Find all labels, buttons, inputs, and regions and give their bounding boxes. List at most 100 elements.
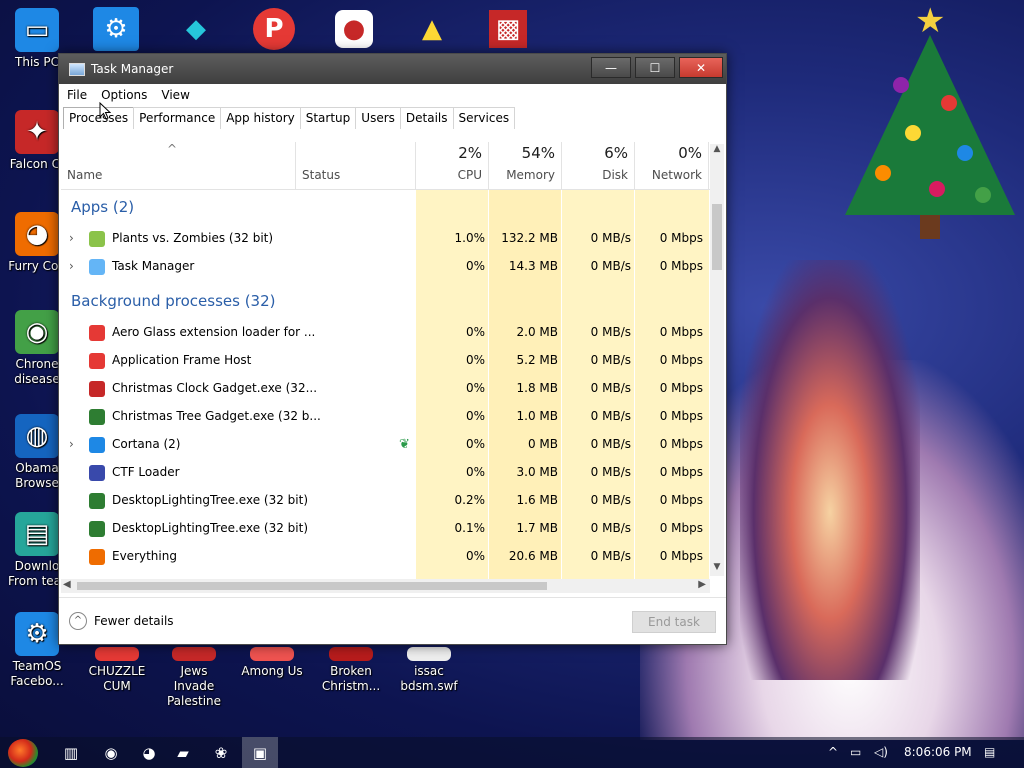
scroll-right-icon[interactable]: ▶ <box>698 579 706 590</box>
table-row[interactable]: Christmas Clock Gadget.exe (32... 0% 1.8 M… <box>61 375 711 403</box>
show-hidden-icons-icon[interactable]: ^ <box>828 745 838 759</box>
pvz-icon[interactable]: ❀ <box>208 741 234 765</box>
table-row[interactable]: › Task Manager 0% 14.3 MB 0 MB/s 0 Mbps <box>61 253 711 281</box>
group-apps[interactable]: Apps (2) <box>71 198 134 216</box>
among-us-icon <box>250 647 294 661</box>
clock[interactable]: 8:06:06 PM <box>904 745 972 759</box>
fewer-details-link[interactable]: Fewer details <box>94 614 174 628</box>
disk-percent: 6% <box>604 144 628 162</box>
network-value: 0 Mbps <box>659 409 703 423</box>
end-task-button[interactable]: End task <box>632 611 716 633</box>
memory-value: 132.2 MB <box>501 231 558 245</box>
table-row[interactable]: DesktopLightingTree.exe (32 bit) 0.1% 1.7 … <box>61 515 711 543</box>
vertical-scrollbar[interactable]: ▲ ▼ <box>710 144 724 576</box>
network-icon[interactable]: ▭ <box>850 745 861 759</box>
tab-app-history[interactable]: App history <box>220 107 301 129</box>
tab-users[interactable]: Users <box>355 107 401 129</box>
angry-bird-icon[interactable]: ● <box>330 6 378 52</box>
tree-trunk <box>920 215 940 239</box>
penguin-icon[interactable]: ▲ <box>408 6 456 52</box>
header-status-label: Status <box>302 168 341 182</box>
header-name[interactable]: Name <box>61 142 295 190</box>
table-row[interactable]: DesktopLightingTree.exe (32 bit) 0.2% 1.6 … <box>61 487 711 515</box>
desktop-icon-label: Among Us <box>241 664 303 678</box>
minimize-button[interactable]: — <box>591 57 631 78</box>
table-row[interactable]: Application Frame Host 0% 5.2 MB 0 MB/s 0 Mb… <box>61 347 711 375</box>
scroll-down-icon[interactable]: ▼ <box>710 562 724 576</box>
pvz-icon <box>89 231 105 247</box>
ornament-icon <box>329 647 373 661</box>
horizontal-scroll-thumb[interactable] <box>77 582 547 590</box>
cpu-value: 0% <box>465 465 485 479</box>
task-manager-window[interactable]: Task Manager — ☐ ✕ File Options View Pro… <box>58 53 727 645</box>
christmas-tree-gadget[interactable]: ★ <box>845 1 1015 245</box>
start-button[interactable] <box>8 739 38 767</box>
tab-performance[interactable]: Performance <box>133 107 222 129</box>
header-memory[interactable]: 54% Memory <box>488 142 561 190</box>
network-value: 0 Mbps <box>659 549 703 563</box>
desktop-icon[interactable]: Jews Invade Palestine <box>161 647 227 709</box>
tab-details[interactable]: Details <box>399 107 454 129</box>
cpu-value: 0% <box>465 353 485 367</box>
tab-startup[interactable]: Startup <box>299 107 357 129</box>
table-row[interactable]: Everything 0% 20.6 MB 0 MB/s 0 Mbps <box>61 543 711 571</box>
disk-value: 0 MB/s <box>590 549 631 563</box>
title-bar[interactable]: Task Manager — ☐ ✕ <box>59 54 726 84</box>
scroll-left-icon[interactable]: ◀ <box>63 579 71 590</box>
menu-options[interactable]: Options <box>101 88 147 102</box>
gift-box-icon[interactable]: ▩ <box>484 6 532 52</box>
menu-bar: File Options View <box>59 84 726 106</box>
menu-file[interactable]: File <box>67 88 87 102</box>
chevron-right-icon[interactable]: › <box>69 437 74 451</box>
memory-value: 5.2 MB <box>516 353 558 367</box>
task-manager-icon[interactable]: ▣ <box>242 737 278 768</box>
cpu-value: 0% <box>465 381 485 395</box>
header-status[interactable]: Status <box>295 142 415 190</box>
close-button[interactable]: ✕ <box>679 57 723 78</box>
tab-services[interactable]: Services <box>452 107 516 129</box>
disk-value: 0 MB/s <box>590 353 631 367</box>
firefox-icon[interactable]: ◕ <box>136 741 162 765</box>
table-row[interactable]: › Plants vs. Zombies (32 bit) 1.0% 132.2 MB… <box>61 225 711 253</box>
table-row[interactable]: › Cortana (2) 0% 0 MB 0 MB/s 0 Mbps ❦ <box>61 431 711 459</box>
ornament-icon <box>957 145 973 161</box>
disk-value: 0 MB/s <box>590 259 631 273</box>
desktop-icon-label: TeamOS Facebo... <box>10 659 64 688</box>
disk-value: 0 MB/s <box>590 409 631 423</box>
group-background[interactable]: Background processes (32) <box>71 292 276 310</box>
header-cpu[interactable]: 2% CPU <box>415 142 488 190</box>
horizontal-scrollbar[interactable]: ◀ ▶ <box>61 579 710 593</box>
table-row[interactable]: Christmas Tree Gadget.exe (32 b... 0% 1.0 … <box>61 403 711 431</box>
gear-icon[interactable]: ⚙ <box>92 6 140 52</box>
volume-icon[interactable]: ◁) <box>874 745 888 759</box>
scroll-up-icon[interactable]: ▲ <box>710 144 724 158</box>
chevron-right-icon[interactable]: › <box>69 231 74 245</box>
menu-view[interactable]: View <box>161 88 189 102</box>
task-view-icon[interactable]: ▥ <box>58 741 84 765</box>
memory-value: 0 MB <box>527 437 558 451</box>
desktop-icon[interactable]: CHUZZLE CUM <box>84 647 150 694</box>
desktop-icon[interactable]: Broken Christm... <box>318 647 384 694</box>
diamond-icon[interactable]: ◆ <box>172 6 220 52</box>
cpu-value: 0% <box>465 437 485 451</box>
chevron-up-icon[interactable]: ^ <box>69 612 87 630</box>
angry-bird-icon: ● <box>335 10 373 48</box>
ornament-icon <box>893 77 909 93</box>
notifications-icon[interactable]: ▤ <box>984 745 995 759</box>
ornament-icon <box>941 95 957 111</box>
chrome-icon[interactable]: ◉ <box>98 741 124 765</box>
header-network[interactable]: 0% Network <box>634 142 708 190</box>
efficiency-leaf-icon: ❦ <box>399 437 410 452</box>
desktop-icon[interactable]: Among Us <box>239 647 305 679</box>
desktop-icon[interactable]: issac bdsm.swf <box>396 647 462 694</box>
chevron-right-icon[interactable]: › <box>69 259 74 273</box>
file-explorer-icon[interactable]: ▰ <box>170 741 196 765</box>
maximize-button[interactable]: ☐ <box>635 57 675 78</box>
table-row[interactable]: CTF Loader 0% 3.0 MB 0 MB/s 0 Mbps <box>61 459 711 487</box>
header-disk[interactable]: 6% Disk <box>561 142 634 190</box>
table-row[interactable]: Aero Glass extension loader for ... 0% 2.0… <box>61 319 711 347</box>
network-value: 0 Mbps <box>659 521 703 535</box>
vertical-scroll-thumb[interactable] <box>712 204 722 270</box>
process-name: Plants vs. Zombies (32 bit) <box>112 231 274 245</box>
popcap-icon[interactable]: P <box>250 6 298 52</box>
